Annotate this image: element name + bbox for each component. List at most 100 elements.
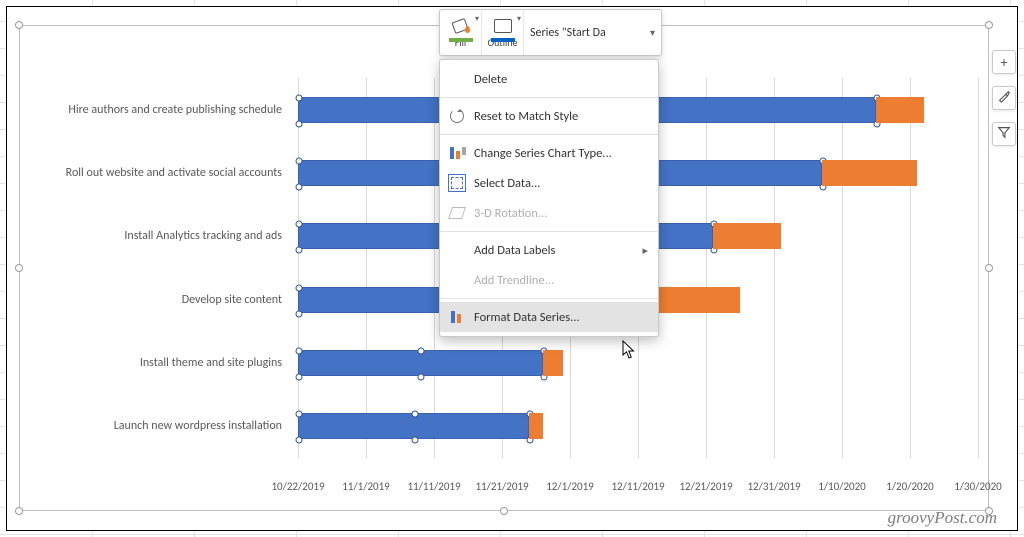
series-selection-handle[interactable] (296, 184, 303, 191)
series-selection-handle[interactable] (296, 221, 303, 228)
series-selector-label: Series "Start Da (530, 26, 606, 40)
series-selection-handle[interactable] (296, 348, 303, 355)
chevron-down-icon: ▾ (475, 14, 479, 24)
gridline (910, 78, 911, 458)
menu-change-chart-type[interactable]: Change Series Chart Type... (440, 138, 658, 168)
menu-label: Add Data Labels (474, 243, 555, 258)
series-selection-handle[interactable] (418, 348, 425, 355)
gridline (842, 78, 843, 458)
resize-handle[interactable] (985, 264, 993, 272)
gridline (706, 78, 707, 458)
x-tick-label: 1/20/2020 (886, 480, 934, 493)
x-tick-label: 11/21/2019 (475, 480, 528, 493)
paint-bucket-icon (450, 18, 472, 36)
menu-add-trendline: Add Trendline... (440, 265, 658, 295)
series-selection-handle[interactable] (296, 94, 303, 101)
resize-handle[interactable] (15, 264, 23, 272)
resize-handle[interactable] (500, 507, 508, 515)
mini-toolbar: ▾ Fill ▾ Outline Series "Start Da ▾ (439, 9, 662, 56)
x-tick-label: 11/1/2019 (342, 480, 390, 493)
category-label: Install Analytics tracking and ads (20, 229, 288, 243)
series-selection-handle[interactable] (296, 158, 303, 165)
category-label: Hire authors and create publishing sched… (20, 103, 288, 117)
menu-label: Select Data... (474, 176, 540, 191)
chart-elements-button[interactable]: + (992, 50, 1016, 74)
bar-row (298, 350, 978, 376)
category-label: Install theme and site plugins (20, 356, 288, 370)
menu-label: 3-D Rotation... (474, 206, 547, 221)
watermark: groovyPost.com (888, 508, 997, 528)
category-label: Develop site content (20, 293, 288, 307)
series-selection-handle[interactable] (296, 374, 303, 381)
bar-series-duration[interactable] (713, 223, 781, 249)
reset-icon (448, 107, 466, 125)
separator (440, 97, 658, 98)
series-selection-handle[interactable] (296, 120, 303, 127)
menu-format-data-series[interactable]: Format Data Series... (440, 302, 658, 332)
gridline (774, 78, 775, 458)
x-tick-label: 1/10/2020 (818, 480, 866, 493)
series-selection-handle[interactable] (411, 437, 418, 444)
menu-reset[interactable]: Reset to Match Style (440, 101, 658, 131)
submenu-arrow-icon: ▸ (642, 244, 648, 257)
chart-type-icon (448, 144, 466, 162)
outline-button[interactable]: ▾ Outline (482, 10, 524, 55)
fill-button[interactable]: ▾ Fill (440, 10, 482, 55)
x-tick-label: 12/31/2019 (747, 480, 800, 493)
resize-handle[interactable] (985, 21, 993, 29)
x-tick-label: 12/1/2019 (546, 480, 594, 493)
series-selection-handle[interactable] (296, 437, 303, 444)
menu-label: Delete (474, 72, 507, 87)
menu-label: Change Series Chart Type... (474, 146, 612, 161)
series-selection-handle[interactable] (411, 411, 418, 418)
rotation-icon (448, 204, 466, 222)
x-tick-label: 1/30/2020 (954, 480, 1002, 493)
x-tick-label: 10/22/2019 (271, 480, 324, 493)
menu-label: Add Trendline... (474, 273, 554, 288)
series-selection-handle[interactable] (296, 411, 303, 418)
menu-add-data-labels[interactable]: Add Data Labels ▸ (440, 235, 658, 265)
format-series-icon (448, 308, 466, 326)
menu-3d-rotation: 3-D Rotation... (440, 198, 658, 228)
chevron-down-icon: ▾ (650, 26, 655, 39)
outline-color-swatch (491, 38, 515, 42)
outline-icon (492, 18, 514, 36)
funnel-icon (997, 125, 1011, 143)
chart-styles-button[interactable] (992, 86, 1016, 110)
x-tick-label: 12/11/2019 (611, 480, 664, 493)
separator (440, 298, 658, 299)
menu-label: Reset to Match Style (474, 109, 578, 124)
select-data-icon (448, 174, 466, 192)
fill-color-swatch (449, 38, 473, 42)
series-selector[interactable]: Series "Start Da ▾ (524, 10, 661, 55)
screenshot-border: + Hire authors and create publishing sch… (6, 6, 1018, 531)
series-selection-handle[interactable] (296, 247, 303, 254)
category-label: Roll out website and activate social acc… (20, 166, 288, 180)
chevron-down-icon: ▾ (517, 14, 521, 24)
separator (440, 231, 658, 232)
resize-handle[interactable] (15, 507, 23, 515)
bar-series-duration[interactable] (876, 97, 924, 123)
gridline (434, 78, 435, 458)
bar-series-start-date[interactable] (298, 350, 543, 376)
menu-label: Format Data Series... (474, 310, 580, 325)
series-selection-handle[interactable] (418, 374, 425, 381)
resize-handle[interactable] (15, 21, 23, 29)
series-selection-handle[interactable] (296, 284, 303, 291)
gridline (366, 78, 367, 458)
gridline (298, 78, 299, 458)
separator (440, 134, 658, 135)
menu-delete[interactable]: Delete (440, 64, 658, 94)
menu-select-data[interactable]: Select Data... (440, 168, 658, 198)
series-selection-handle[interactable] (296, 310, 303, 317)
bar-series-duration[interactable] (543, 350, 563, 376)
context-menu: Delete Reset to Match Style Change Serie… (439, 59, 659, 337)
bar-row (298, 413, 978, 439)
chart-filters-button[interactable] (992, 122, 1016, 146)
x-tick-label: 11/11/2019 (407, 480, 460, 493)
gridline (978, 78, 979, 458)
bar-series-duration[interactable] (529, 413, 543, 439)
plus-icon: + (1001, 54, 1008, 71)
bar-series-start-date[interactable] (298, 413, 529, 439)
bar-series-duration[interactable] (822, 160, 917, 186)
